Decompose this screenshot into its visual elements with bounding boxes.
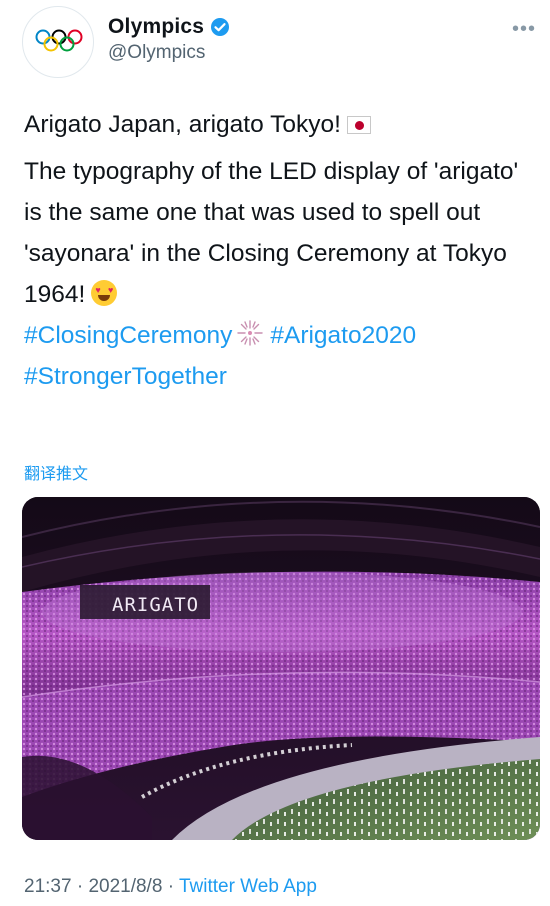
tweet-footer: 21:37 · 2021/8/8 · Twitter Web App <box>24 876 317 898</box>
hashtag-closing-ceremony[interactable]: #ClosingCeremony <box>24 322 232 349</box>
tweet-photo[interactable]: ARIGATO <box>22 497 540 840</box>
avatar[interactable] <box>22 6 94 78</box>
fireworks-icon <box>237 320 264 346</box>
hashtag-arigato2020[interactable]: #Arigato2020 <box>270 322 416 349</box>
tweet-date[interactable]: 2021/8/8 <box>88 876 162 897</box>
tweet-time[interactable]: 21:37 <box>24 876 72 897</box>
tweet-line1: Arigato Japan, arigato Tokyo! <box>24 111 341 138</box>
tweet-source-link[interactable]: Twitter Web App <box>179 876 317 897</box>
japan-flag-icon <box>346 116 371 134</box>
heart-eyes-emoji-icon: ♥ ♥ <box>91 280 118 306</box>
led-display-text: ARIGATO <box>112 594 199 616</box>
olympic-rings-icon <box>35 29 83 52</box>
display-name[interactable]: Olympics <box>108 15 204 39</box>
stadium-photo: ARIGATO <box>22 497 540 840</box>
more-options-icon[interactable]: ••• <box>512 18 536 41</box>
verified-badge-icon <box>211 18 230 36</box>
handle[interactable]: @Olympics <box>108 42 205 64</box>
translate-tweet-link[interactable]: 翻译推文 <box>24 460 88 484</box>
hashtags: #ClosingCeremony #Arigato2020 #StrongerT… <box>24 315 534 397</box>
hashtag-stronger-together[interactable]: #StrongerTogether <box>24 363 227 390</box>
separator: · <box>167 876 175 897</box>
name-row: Olympics <box>108 14 230 40</box>
tweet-header: Olympics @Olympics ••• <box>0 0 550 90</box>
separator: · <box>76 876 84 897</box>
tweet-text: Arigato Japan, arigato Tokyo! The typogr… <box>24 104 534 397</box>
